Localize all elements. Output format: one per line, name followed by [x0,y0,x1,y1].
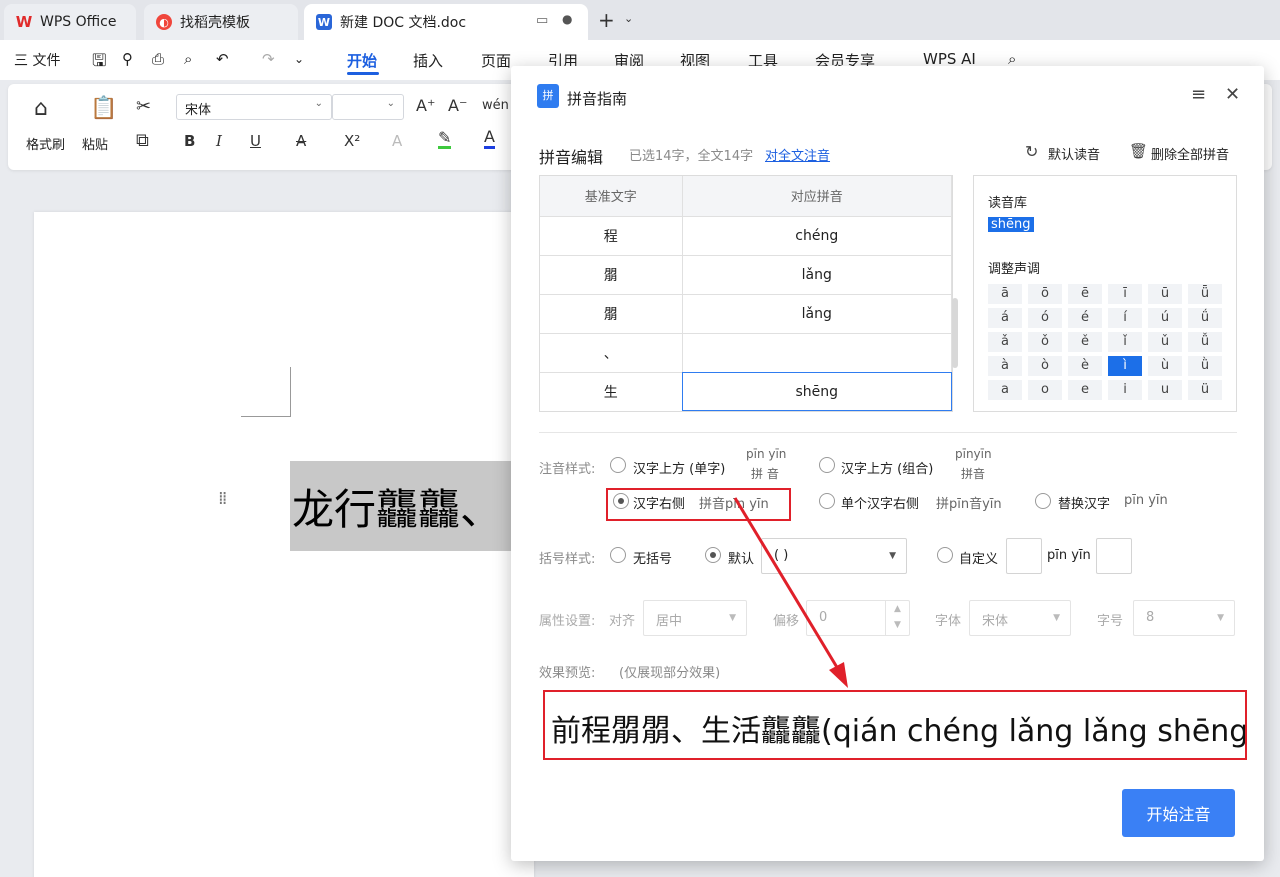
margin-marker [241,416,291,417]
menu-tab-home[interactable]: 开始 [347,50,377,71]
wps-logo-icon: W [15,13,33,31]
copy-icon[interactable]: ⧉ [136,130,149,151]
grow-font-icon[interactable]: A⁺ [416,96,435,115]
start-annotation-button[interactable]: 开始注音 [1122,789,1235,837]
quick-access-chevron-icon[interactable]: ⌄ [294,52,304,66]
word-doc-icon: W [316,14,332,30]
document-text[interactable]: 龙行龘龘、 [292,476,502,537]
cut-icon[interactable]: ✂ [136,96,151,117]
tab-document[interactable]: W 新建 DOC 文档.doc ▭ ● [304,4,588,40]
save-icon[interactable]: 🖫 [92,48,106,77]
text-effect-icon[interactable]: A [392,132,402,150]
file-menu[interactable]: 三 文件 [14,50,60,70]
pinyin-guide-icon[interactable]: wén [482,98,509,113]
format-painter-label[interactable]: 格式刷 [26,134,65,153]
redo-icon[interactable]: ↷ [262,50,275,68]
margin-marker [290,367,291,417]
font-name-value: 宋体 [185,103,212,118]
italic-icon[interactable]: I [216,132,222,150]
arrow-shaft [733,497,843,675]
tab-label: WPS Office [40,14,117,30]
print-icon[interactable]: ⎙ [152,50,164,68]
tab-docer-templates[interactable]: ◐ 找稻壳模板 [144,4,298,40]
annotation-arrow [733,497,848,688]
superscript-icon[interactable]: X² [344,132,360,150]
chevron-down-icon[interactable]: ⌄ [624,12,633,25]
shrink-font-icon[interactable]: A⁻ [448,96,467,115]
bold-icon[interactable]: B [184,132,195,150]
screen-icon[interactable]: ▭ [536,13,548,28]
menu-tab-page[interactable]: 页面 [481,50,511,71]
docer-icon: ◐ [156,14,172,30]
pinyin-guide-dialog: 拼 拼音指南 ≡ ✕ 拼音编辑 已选14字，全文14字 对全文注音 ↻ 默认读音… [511,66,1264,861]
chevron-down-icon: ⌄ [386,98,395,109]
active-tab-indicator [347,72,379,75]
font-name-select[interactable]: 宋体 ⌄ [176,94,332,120]
arrow-head [829,662,848,688]
chevron-down-icon: ⌄ [314,98,323,109]
underline-icon[interactable]: U [250,132,261,150]
unsaved-dot-icon[interactable]: ● [562,12,572,26]
undo-icon[interactable]: ↶ [216,50,229,68]
paste-icon[interactable]: 📋 [90,96,117,121]
highlight-icon[interactable]: ✎ [438,130,452,149]
strikethrough-icon[interactable]: A [296,132,306,150]
tab-label: 新建 DOC 文档.doc [340,15,467,31]
new-tab-icon[interactable]: + [598,8,615,32]
tab-wps-office[interactable]: W WPS Office [4,4,136,40]
menu-tab-insert[interactable]: 插入 [413,50,443,71]
share-icon[interactable]: ⚲ [122,50,133,68]
drag-handle-icon[interactable]: ⁞⁞ [218,490,232,508]
paste-label[interactable]: 粘贴 [82,134,108,153]
print-preview-icon[interactable]: ⌕ [184,50,192,68]
format-painter-icon[interactable]: ⌂ [34,96,48,121]
tab-label: 找稻壳模板 [180,15,250,31]
font-size-select[interactable]: ⌄ [332,94,404,120]
font-color-icon[interactable]: A [484,128,495,149]
tab-bar: W WPS Office ◐ 找稻壳模板 W 新建 DOC 文档.doc ▭ ●… [0,0,1280,40]
